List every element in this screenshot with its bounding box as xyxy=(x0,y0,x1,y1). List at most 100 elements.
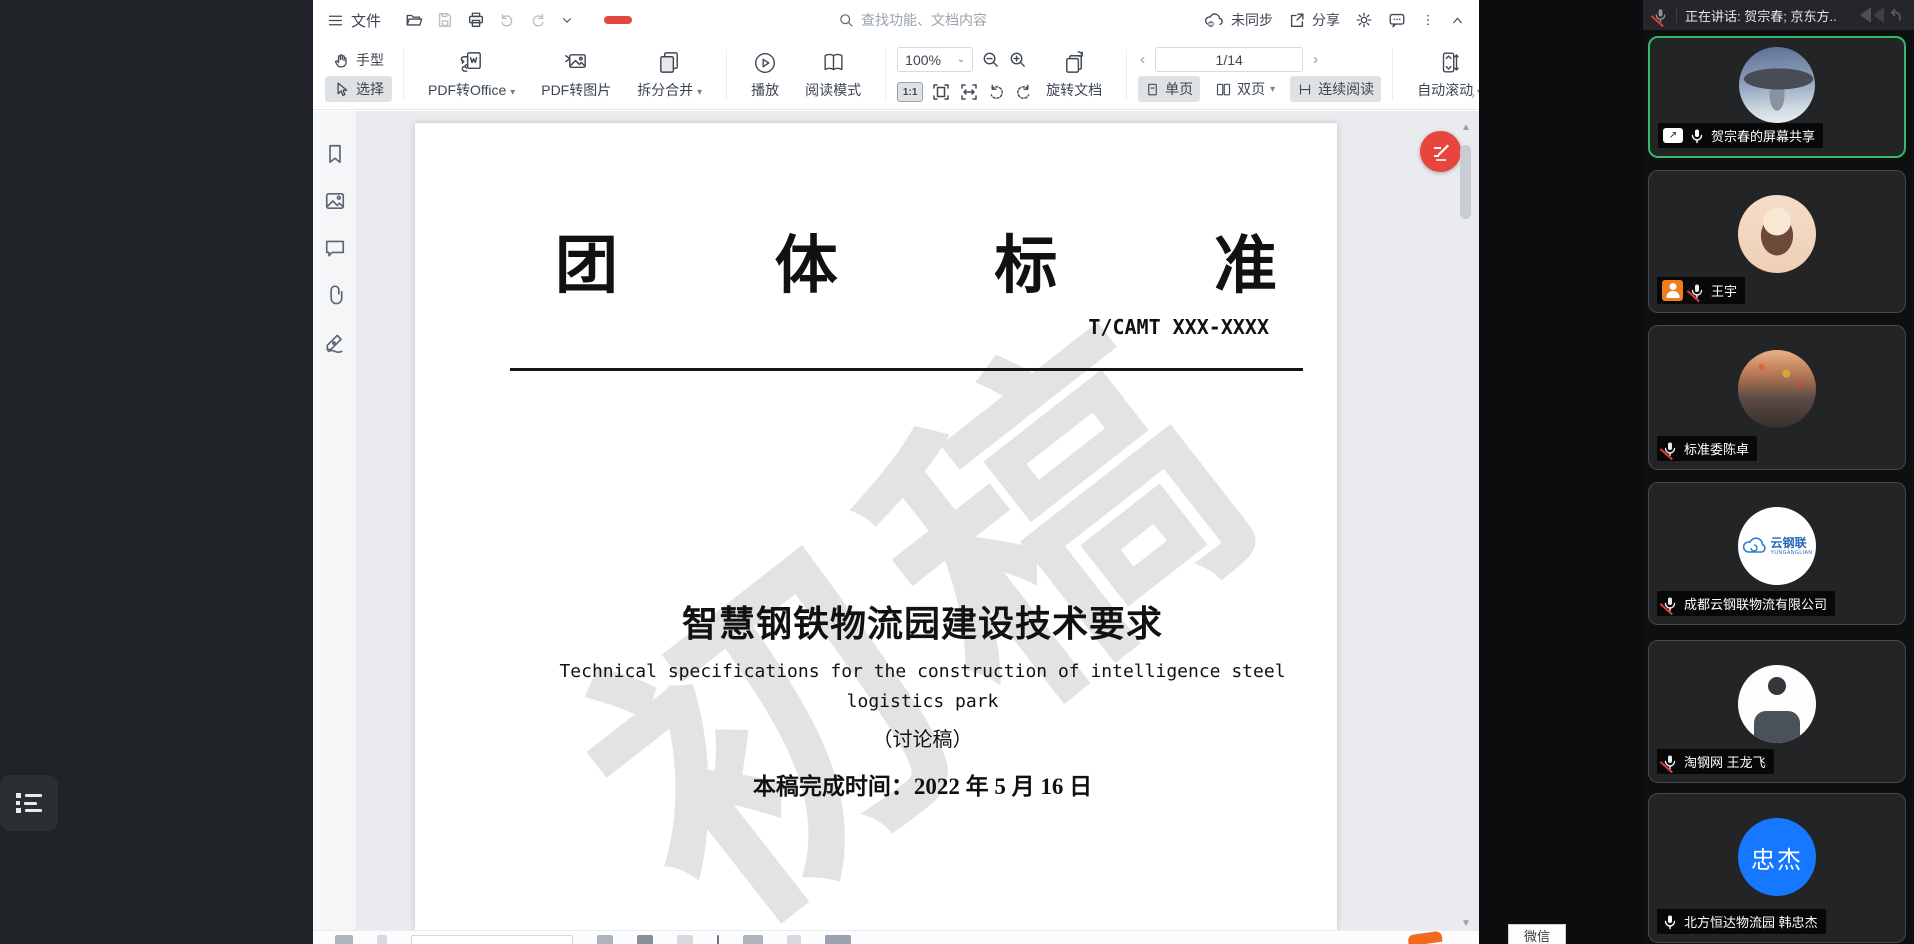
undo-icon[interactable] xyxy=(498,11,516,29)
hand-tool-label: 手型 xyxy=(356,50,384,70)
outline-panel-button[interactable] xyxy=(0,775,58,831)
gear-icon[interactable] xyxy=(1355,11,1373,29)
bookmark-icon[interactable] xyxy=(324,143,346,165)
scroll-up-arrow[interactable]: ▲ xyxy=(1461,122,1471,133)
single-page-label: 单页 xyxy=(1165,79,1193,99)
edit-pdf-fab[interactable] xyxy=(1420,131,1461,172)
document-area[interactable]: 初稿 团 体 标 准 T/CAMT XXX-XXXX 智慧钢铁物流园建设技术要求… xyxy=(357,111,1479,930)
ribbon-tab[interactable] xyxy=(604,16,632,24)
my-mic-muted-icon[interactable] xyxy=(1653,8,1668,23)
participant-tile[interactable]: 标准委陈卓 xyxy=(1648,325,1906,470)
continuous-reading-button[interactable]: 连续阅读 xyxy=(1290,76,1381,102)
double-page-button[interactable]: 双页 ▾ xyxy=(1208,76,1282,102)
search-icon xyxy=(838,12,854,28)
page-indicator[interactable]: 1/14 xyxy=(1155,47,1303,72)
zoom-in-icon[interactable] xyxy=(1008,50,1027,69)
split-merge-icon xyxy=(656,49,683,76)
cloud-sync-icon[interactable] xyxy=(1203,11,1225,29)
status-bar-partial xyxy=(313,930,1479,944)
page-indicator-value: 1/14 xyxy=(1216,52,1243,68)
pdf-to-image-button[interactable]: PDF转图片 xyxy=(528,45,624,104)
participant-name: 成都云钢联物流有限公司 xyxy=(1684,594,1827,613)
zoom-level-value: 100% xyxy=(905,52,941,68)
zoom-level-select[interactable]: 100% ⌄ xyxy=(897,47,973,72)
scroll-down-arrow[interactable]: ▼ xyxy=(1461,918,1471,929)
wechat-tooltip: 微信 xyxy=(1508,924,1566,944)
prev-page-button[interactable]: ‹ xyxy=(1138,51,1147,68)
file-menu[interactable]: 文件 xyxy=(327,10,381,31)
redo-icon[interactable] xyxy=(529,11,547,29)
avatar xyxy=(1738,195,1816,273)
sync-status-label: 未同步 xyxy=(1231,10,1273,30)
pdf-to-office-button[interactable]: PDF转Office ▾ xyxy=(415,45,528,104)
participant-tag: 标准委陈卓 xyxy=(1657,436,1757,461)
hand-tool-button[interactable]: 手型 xyxy=(325,47,392,73)
divider xyxy=(1676,8,1677,23)
cursor-icon xyxy=(333,81,350,98)
vertical-scrollbar-thumb[interactable] xyxy=(1460,145,1471,219)
edit-pen-icon xyxy=(1430,141,1452,163)
auto-scroll-button[interactable]: 自动滚动 ▾ xyxy=(1404,45,1479,104)
more-kebab-icon[interactable] xyxy=(1421,12,1435,28)
continuous-reading-icon xyxy=(1297,82,1313,97)
status-icon-stub xyxy=(637,935,653,944)
print-icon[interactable] xyxy=(467,11,485,29)
single-page-button[interactable]: 单页 xyxy=(1138,76,1200,102)
logo-text: 云钢联 xyxy=(1771,537,1813,549)
reply-arrow-icon[interactable] xyxy=(1886,7,1904,23)
desktop-gap: 微信 xyxy=(1479,0,1643,944)
search-box[interactable]: 查找功能、文档内容 xyxy=(838,10,1003,30)
fit-page-icon[interactable] xyxy=(931,82,951,102)
rotate-document-button[interactable]: 旋转文档 xyxy=(1033,45,1115,104)
zoom-out-icon[interactable] xyxy=(981,50,1000,69)
image-icon[interactable] xyxy=(324,190,346,212)
rotate-cw-icon[interactable] xyxy=(1014,83,1033,102)
split-merge-button[interactable]: 拆分合并 ▾ xyxy=(624,45,715,104)
open-folder-icon[interactable] xyxy=(405,11,423,29)
cloud-logo-icon xyxy=(1742,536,1768,556)
mic-icon xyxy=(1662,754,1678,770)
avatar-initials: 忠杰 xyxy=(1751,840,1803,875)
chevron-down-icon[interactable] xyxy=(560,13,574,27)
status-icon-stub xyxy=(743,935,763,944)
participant-tile[interactable]: ↗ 贺宗春的屏幕共享 xyxy=(1648,36,1906,158)
save-icon[interactable] xyxy=(436,11,454,29)
screen-share-badge: ↗ xyxy=(1663,128,1683,143)
participant-tile[interactable]: 忠杰 xyxy=(1648,793,1906,943)
actual-size-button[interactable]: 1:1 xyxy=(897,82,923,102)
participant-tag: 成都云钢联物流有限公司 xyxy=(1657,591,1835,616)
reading-mode-button[interactable]: 阅读模式 xyxy=(792,45,874,104)
double-page-label: 双页 xyxy=(1237,79,1265,99)
play-button[interactable]: 播放 xyxy=(738,45,792,104)
attachment-icon[interactable] xyxy=(324,284,346,306)
rotate-ccw-icon[interactable] xyxy=(987,83,1006,102)
collapse-ribbon-icon[interactable] xyxy=(1450,13,1465,28)
participant-tile[interactable]: 王宇 xyxy=(1648,170,1906,313)
rotate-document-icon xyxy=(1061,49,1088,76)
participant-tag: 淘钢网 王龙飞 xyxy=(1657,749,1774,774)
signature-pen-icon[interactable] xyxy=(324,331,346,353)
panel-collapse-icon[interactable] xyxy=(1860,7,1871,23)
comment-icon[interactable] xyxy=(324,237,346,259)
meeting-panel: ↗ 贺宗春的屏幕共享 xyxy=(1643,0,1914,944)
fit-width-icon[interactable] xyxy=(959,82,979,102)
toolbar-expand-arrow[interactable]: › xyxy=(1471,88,1475,102)
participant-tile[interactable]: 淘钢网 王龙飞 xyxy=(1648,640,1906,783)
participant-tag: 王宇 xyxy=(1657,277,1745,304)
feedback-chat-icon[interactable] xyxy=(1388,11,1406,29)
panel-collapse-icon-2[interactable] xyxy=(1873,7,1884,23)
pdf-to-image-label: PDF转图片 xyxy=(541,80,611,100)
participant-tile[interactable]: 云钢联 YUNGANGLIAN 成都云钢联物流有限公司 xyxy=(1648,482,1906,625)
status-icon-stub xyxy=(787,935,801,944)
share-icon[interactable] xyxy=(1288,11,1306,29)
status-icon-stub xyxy=(825,935,851,944)
company-logo: 云钢联 YUNGANGLIAN xyxy=(1742,536,1813,556)
status-input-stub xyxy=(411,935,573,944)
pdf-to-image-icon xyxy=(563,49,590,76)
participant-name: 北方恒达物流园 韩忠杰 xyxy=(1684,912,1818,931)
next-page-button[interactable]: › xyxy=(1311,51,1320,68)
horizontal-rule xyxy=(510,368,1303,371)
standard-type-heading: 团 体 标 准 xyxy=(555,215,1277,306)
select-tool-button[interactable]: 选择 xyxy=(325,76,392,102)
mic-icon xyxy=(1662,441,1678,457)
